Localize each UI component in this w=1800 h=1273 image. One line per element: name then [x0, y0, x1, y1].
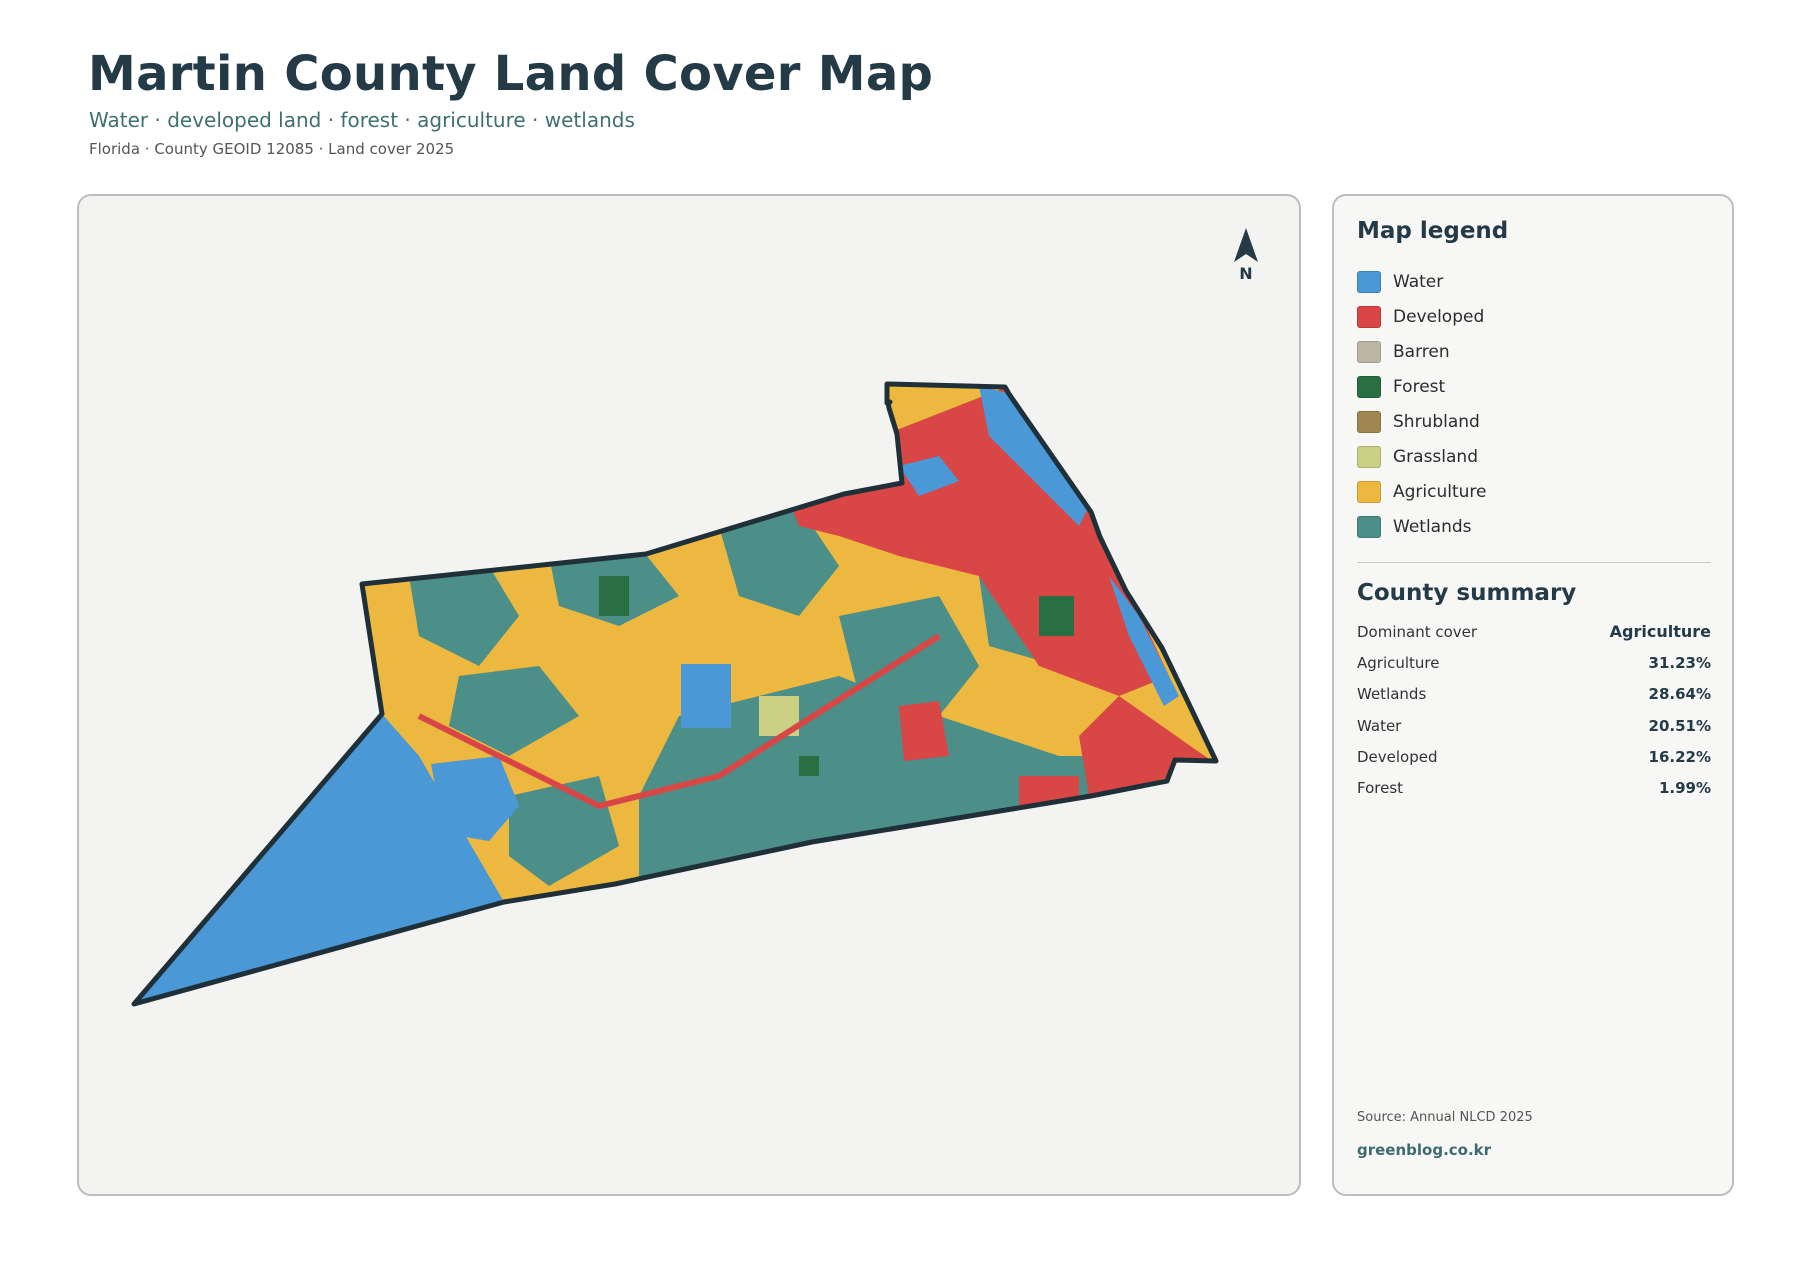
legend-item-shrubland: Shrubland	[1357, 404, 1487, 439]
panel-divider	[1357, 562, 1711, 563]
source-note: Source: Annual NLCD 2025	[1357, 1110, 1533, 1125]
summary-key: Wetlands	[1357, 685, 1427, 704]
summary-row: Wetlands 28.64%	[1357, 679, 1711, 710]
legend-label: Grassland	[1393, 446, 1478, 467]
legend-item-wetlands: Wetlands	[1357, 509, 1487, 544]
summary-value: 28.64%	[1648, 685, 1711, 704]
forest-patch	[599, 576, 629, 616]
legend-item-forest: Forest	[1357, 369, 1487, 404]
map-panel[interactable]: N	[77, 194, 1301, 1196]
summary-row: Agriculture 31.23%	[1357, 647, 1711, 678]
page-subtitle: Water · developed land · forest · agricu…	[89, 108, 635, 132]
legend-list: Water Developed Barren Forest Shrubland …	[1357, 264, 1487, 544]
summary-value: 16.22%	[1648, 747, 1711, 766]
summary-key: Agriculture	[1357, 653, 1440, 672]
legend-title: Map legend	[1357, 218, 1509, 244]
side-panel: Map legend Water Developed Barren Forest…	[1332, 194, 1734, 1196]
legend-item-barren: Barren	[1357, 334, 1487, 369]
summary-key: Forest	[1357, 779, 1404, 798]
north-arrow-icon	[1234, 228, 1258, 262]
legend-swatch	[1357, 340, 1381, 363]
developed-area	[1019, 776, 1079, 816]
legend-item-developed: Developed	[1357, 299, 1487, 334]
legend-label: Developed	[1393, 306, 1485, 327]
legend-swatch	[1357, 375, 1381, 398]
north-arrow: N	[1221, 228, 1271, 283]
legend-label: Forest	[1393, 376, 1446, 397]
legend-item-grassland: Grassland	[1357, 439, 1487, 474]
legend-label: Barren	[1393, 341, 1450, 362]
summary-row: Dominant cover Agriculture	[1357, 616, 1711, 647]
legend-label: Shrubland	[1393, 411, 1480, 432]
summary-value: 1.99%	[1658, 779, 1711, 798]
legend-swatch	[1357, 445, 1381, 468]
summary-title: County summary	[1357, 580, 1577, 606]
legend-item-agriculture: Agriculture	[1357, 474, 1487, 509]
legend-swatch	[1357, 515, 1381, 538]
reservoir-water	[681, 664, 731, 728]
page-meta: Florida · County GEOID 12085 · Land cove…	[89, 140, 455, 158]
forest-patch	[799, 756, 819, 776]
summary-value: Agriculture	[1609, 622, 1711, 642]
land-cover-map[interactable]	[79, 196, 1301, 1196]
summary-row: Water 20.51%	[1357, 710, 1711, 741]
legend-swatch	[1357, 270, 1381, 293]
site-link[interactable]: greenblog.co.kr	[1357, 1141, 1491, 1159]
page-title: Martin County Land Cover Map	[88, 46, 934, 102]
legend-label: Agriculture	[1393, 481, 1487, 502]
summary-row: Forest 1.99%	[1357, 772, 1711, 803]
summary-key: Developed	[1357, 747, 1438, 766]
forest-patch	[1039, 596, 1074, 636]
legend-label: Wetlands	[1393, 516, 1472, 537]
developed-area	[659, 491, 709, 541]
summary-table: Dominant cover Agriculture Agriculture 3…	[1357, 616, 1711, 804]
legend-item-water: Water	[1357, 264, 1487, 299]
legend-label: Water	[1393, 271, 1444, 292]
legend-swatch	[1357, 305, 1381, 328]
summary-row: Developed 16.22%	[1357, 741, 1711, 772]
summary-value: 31.23%	[1648, 653, 1711, 672]
legend-swatch	[1357, 410, 1381, 433]
land-cover-layer	[134, 384, 1216, 1004]
north-label: N	[1239, 264, 1253, 283]
summary-value: 20.51%	[1648, 716, 1711, 735]
summary-key: Dominant cover	[1357, 622, 1478, 641]
summary-key: Water	[1357, 716, 1402, 735]
legend-swatch	[1357, 480, 1381, 503]
